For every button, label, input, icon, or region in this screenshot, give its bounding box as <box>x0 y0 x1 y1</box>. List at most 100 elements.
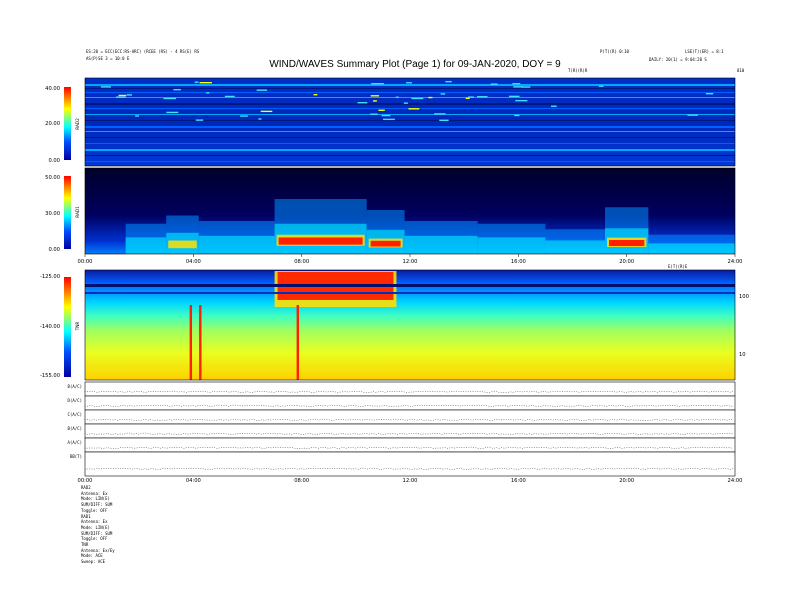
rad1-activity-mid <box>125 237 167 254</box>
rad1-tick-label: 50.00 <box>45 175 60 181</box>
line-panel-frame <box>84 395 736 411</box>
rad2-speck <box>173 88 181 91</box>
rad1-activity-peak <box>609 239 645 247</box>
rad2-speck <box>382 118 395 121</box>
rad2-speck <box>357 102 368 104</box>
tnr-tick-label: -140.00 <box>40 324 60 330</box>
rad1-tick-label: 0.00 <box>48 247 60 253</box>
rad2-speck <box>224 95 235 98</box>
rad2-speck <box>371 83 384 85</box>
rad2-band <box>85 120 735 121</box>
line-panel-label: B(A/C) <box>68 384 82 389</box>
line-panel-frame <box>84 381 736 397</box>
rad2-speck <box>411 97 424 100</box>
tnr-spike <box>296 305 300 380</box>
rad2-speck <box>258 118 262 120</box>
rad2-speck <box>440 93 446 95</box>
rad1-panel-label: RAD1 <box>75 206 80 218</box>
rad2-speck <box>476 96 488 98</box>
rad2-speck <box>395 96 399 98</box>
rad1-activity-high <box>168 240 197 249</box>
tnr-spike <box>189 305 193 380</box>
line-panel: B(A/C) <box>68 423 736 439</box>
rad2-speck <box>381 114 391 117</box>
rad2-colorbar <box>64 87 71 160</box>
rad2-speck <box>408 108 420 110</box>
rad2-speck <box>370 113 378 115</box>
line-panel-frame <box>84 437 736 453</box>
line-panel-label: B(A/C) <box>68 426 82 431</box>
time-tick-label: 04:00 <box>186 259 201 265</box>
line-panel: BB(T) <box>70 451 736 477</box>
time-tick-label: 00:00 <box>78 259 93 265</box>
time-tick-label: 08:00 <box>294 259 309 265</box>
line-panel-label: D(A/C) <box>68 398 82 403</box>
rad1-activity-mid <box>404 235 478 254</box>
rad2-band <box>85 161 735 162</box>
rad2-speck <box>199 82 212 84</box>
line-panel: C(A/C) <box>68 409 736 425</box>
rad2-speck <box>163 97 177 100</box>
rad2-speck <box>514 114 520 117</box>
time-tick-label: 12:00 <box>403 259 418 265</box>
rad2-speck <box>428 96 433 99</box>
rad2-band <box>85 103 735 105</box>
rad2-speck <box>551 105 557 107</box>
rad1-activity-peak <box>278 237 363 245</box>
rad2-speck <box>434 113 446 115</box>
time-tick-label: 24:00 <box>728 259 743 265</box>
line-panel: A(A/C) <box>68 437 736 453</box>
rad2-band <box>85 126 735 128</box>
rad2-band <box>85 114 735 115</box>
rad2-band <box>85 155 735 156</box>
rad2-speck <box>256 89 268 91</box>
time-tick-label: 20:00 <box>619 478 634 484</box>
time-tick-label: 00:00 <box>78 478 93 484</box>
rad2-speck <box>373 100 377 102</box>
rad2-tick-label: 20.00 <box>45 121 60 127</box>
rad2-speck <box>490 83 498 85</box>
rad2-band <box>85 92 735 93</box>
rad2-speck <box>513 86 524 88</box>
rad2-speck <box>194 81 199 83</box>
time-tick-label: 16:00 <box>511 478 526 484</box>
time-tick-label: 20:00 <box>619 259 634 265</box>
line-panel-label: BB(T) <box>70 454 82 459</box>
rad2-tick-label: 40.00 <box>45 86 60 92</box>
time-tick-label: 12:00 <box>403 478 418 484</box>
rad2-speck <box>509 95 520 98</box>
rad2-speck <box>465 97 470 100</box>
summary-plot-svg: B(A/C) D(A/C) C(A/C) B(A/C) A(A/C) BB(T) 40.0… <box>40 77 749 484</box>
rad2-band <box>85 84 735 86</box>
rad2-speck <box>406 82 412 84</box>
rad2-speck <box>705 92 714 95</box>
rad1-activity-peak <box>370 240 401 247</box>
rad2-speck <box>687 114 698 116</box>
time-tick-label: 04:00 <box>186 478 201 484</box>
rad2-speck <box>439 119 449 121</box>
tnr-colorbar <box>64 277 71 377</box>
line-panel: D(A/C) <box>68 395 736 411</box>
rad2-speck <box>260 110 273 113</box>
tnr-right-tick-label: 10 <box>739 352 746 358</box>
rad1-activity-mid <box>545 240 605 254</box>
rad2-speck <box>512 83 521 85</box>
rad2-speck <box>135 115 139 117</box>
rad2-speck <box>115 96 126 98</box>
rad2-speck <box>370 95 380 97</box>
rad2-tick-label: 0.00 <box>48 158 60 164</box>
rad2-speck <box>118 94 127 97</box>
rad2-speck <box>313 94 318 96</box>
rad2-band <box>85 97 735 98</box>
tnr-spike <box>199 305 202 380</box>
rad2-speck <box>126 94 132 96</box>
tnr-right-tick-label: 100 <box>739 294 749 300</box>
line-panel-frame <box>84 409 736 425</box>
rad1-activity-mid <box>198 235 275 254</box>
rad2-speck <box>195 119 204 121</box>
rad2-speck <box>378 109 385 111</box>
time-tick-label: 16:00 <box>511 259 526 265</box>
rad2-speck <box>468 96 474 98</box>
rad2-speck <box>403 102 408 104</box>
rad1-colorbar <box>64 176 71 249</box>
